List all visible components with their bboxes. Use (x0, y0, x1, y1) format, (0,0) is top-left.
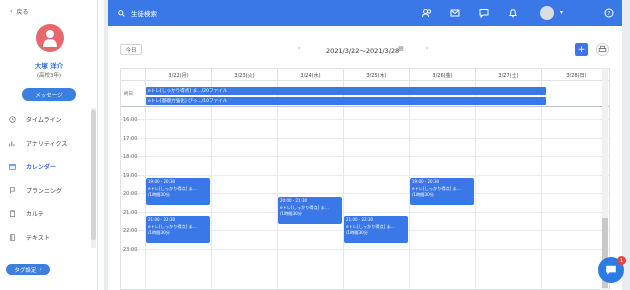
week-calendar: 3/22(月) 3/23(火) 3/24(水) 3/25(木) 3/26(金) … (120, 68, 610, 290)
student-name[interactable]: 大塚 洋介 (0, 60, 98, 70)
calendar-event[interactable]: 20:00 - 21:30 eトレ[しっかり得点] ま... /1時間30分 (278, 197, 342, 224)
sidebar: ‹ 戻る 大塚 洋介 (高校3年) メッセージ タイムライン アナリティクス カ… (0, 0, 98, 290)
hour-label: 20:00 (123, 191, 138, 197)
event-duration: /1時間30分 (280, 211, 302, 216)
calendar-icon (9, 164, 16, 170)
sidebar-item-text[interactable]: テキスト (0, 226, 98, 250)
column-divider (343, 81, 344, 289)
chat-icon[interactable] (479, 8, 489, 18)
hour-row: 19:00 (121, 172, 609, 179)
calendar-event[interactable]: 19:00 - 20:30 eトレ[しっかり得点] ま... /1時間30分 (146, 178, 210, 205)
calendar-picker-icon[interactable]: ▦ (398, 45, 404, 52)
hour-row: 23:00 (121, 246, 609, 253)
add-event-button[interactable]: + (575, 43, 588, 56)
sidebar-item-label: アナリティクス (26, 140, 68, 148)
avatar[interactable] (540, 6, 554, 20)
allday-label: 終日 (124, 92, 133, 97)
hour-label: 16:00 (123, 117, 138, 123)
hour-label: 18:00 (123, 154, 138, 160)
student-avatar (36, 24, 64, 52)
hour-row: 18:00 (121, 154, 609, 160)
sidebar-item-karte[interactable]: カルテ (0, 202, 98, 226)
sidebar-item-planning[interactable]: プランニング (0, 179, 98, 203)
day-header[interactable]: 3/25(木) (343, 69, 409, 81)
hour-label: 21:00 (123, 209, 138, 216)
sidebar-nav: タイムライン アナリティクス カレンダー プランニング カルテ テキスト (0, 108, 98, 249)
column-divider (475, 81, 476, 289)
search-input[interactable]: 生徒検索 (131, 8, 157, 18)
event-duration: /1時間30分 (346, 230, 368, 235)
sidebar-item-analytics[interactable]: アナリティクス (0, 132, 98, 156)
hour-row: 17:00 (121, 135, 609, 142)
day-header[interactable]: 3/22(月) (145, 69, 211, 81)
sidebar-item-label: タイムライン (26, 117, 62, 125)
chevron-left-icon: ‹ (10, 8, 13, 15)
hour-row: 21:00 (121, 209, 609, 216)
hour-label: 17:00 (123, 135, 138, 142)
search-box[interactable]: 生徒検索 (118, 8, 157, 18)
top-bar: 生徒検索 ▾ ? (108, 0, 622, 26)
date-range: 2021/3/22〜2021/3/28 (326, 47, 400, 55)
event-duration: /1時間30分 (148, 230, 170, 235)
clock-icon (9, 116, 16, 123)
day-header[interactable]: 3/27(土) (475, 69, 541, 81)
day-header[interactable]: 3/23(火) (211, 69, 277, 81)
chevron-left-icon[interactable]: ‹ (298, 45, 300, 52)
column-divider (277, 81, 278, 289)
sidebar-item-calendar[interactable]: カレンダー (0, 155, 98, 179)
print-button[interactable] (596, 43, 609, 56)
day-header[interactable]: 3/26(金) (409, 69, 475, 81)
frame-divider (622, 0, 630, 290)
sidebar-item-label: プランニング (26, 187, 63, 195)
hour-label: 22:00 (123, 228, 138, 234)
calendar-event[interactable]: 21:00 - 22:30 eトレ[しっかり得点] ま... /1時間30分 (344, 216, 408, 243)
back-link[interactable]: ‹ 戻る (10, 7, 28, 16)
main-content: 今日 ‹ 2021/3/22〜2021/3/28 ▦ › + 3/22(月) 3… (108, 26, 622, 290)
event-duration: /1時間30分 (148, 192, 170, 197)
sidebar-item-timeline[interactable]: タイムライン (0, 108, 98, 132)
allday-event[interactable]: eトレ[しっかり得点] ま.../20ファイル (146, 87, 546, 95)
svg-text:?: ? (608, 11, 611, 17)
hour-label: 23:00 (123, 246, 138, 253)
today-button[interactable]: 今日 (120, 44, 142, 55)
chat-bubble-icon (606, 265, 616, 275)
book-icon (10, 234, 15, 241)
message-button[interactable]: メッセージ (22, 88, 76, 101)
search-icon (118, 9, 125, 17)
back-label: 戻る (16, 9, 29, 16)
analytics-icon (9, 141, 15, 147)
day-header[interactable]: 3/28(日) (541, 69, 609, 81)
sidebar-item-label: カルテ (26, 211, 45, 219)
calendar-event[interactable]: 21:00 - 22:30 eトレ[しっかり得点] ま... /1時間30分 (146, 216, 210, 243)
people-icon[interactable] (422, 8, 432, 18)
chevron-right-icon: › (39, 266, 42, 273)
sidebar-scrollbar[interactable] (91, 108, 96, 248)
mail-icon[interactable] (450, 8, 460, 18)
chevron-right-icon[interactable]: › (426, 45, 428, 52)
event-duration: /1時間30分 (412, 192, 434, 197)
day-header[interactable]: 3/24(水) (277, 69, 343, 81)
print-icon (598, 45, 607, 53)
help-icon[interactable]: ? (604, 8, 614, 18)
notification-badge: 1 (617, 256, 626, 265)
bell-icon[interactable] (508, 8, 518, 18)
user-icon (43, 30, 57, 47)
column-divider (211, 81, 212, 289)
hour-row: 16:00 (121, 117, 609, 123)
allday-event[interactable]: eトレ[基礎力強化] ぴっ.../10ファイル (146, 97, 546, 105)
sidebar-item-label: カレンダー (26, 164, 57, 172)
tag-settings-button[interactable]: タグ設定 › (6, 264, 50, 275)
calendar-header: 3/22(月) 3/23(火) 3/24(水) 3/25(木) 3/26(金) … (121, 69, 609, 81)
sidebar-item-label: テキスト (26, 234, 50, 242)
tag-settings-label: タグ設定 (14, 267, 37, 274)
flag-icon (10, 187, 16, 194)
allday-row: 終日 eトレ[しっかり得点] ま.../20ファイル eトレ[基礎力強化] ぴっ… (121, 81, 609, 107)
student-grade: (高校3年) (36, 73, 62, 79)
hour-label: 19:00 (123, 172, 138, 179)
column-divider (541, 81, 542, 289)
calendar-event[interactable]: 19:00 - 20:30 eトレ[しっかり得点] ま... /1時間30分 (410, 178, 474, 205)
clipboard-icon (10, 210, 15, 218)
chevron-down-icon[interactable]: ▾ (560, 9, 563, 16)
